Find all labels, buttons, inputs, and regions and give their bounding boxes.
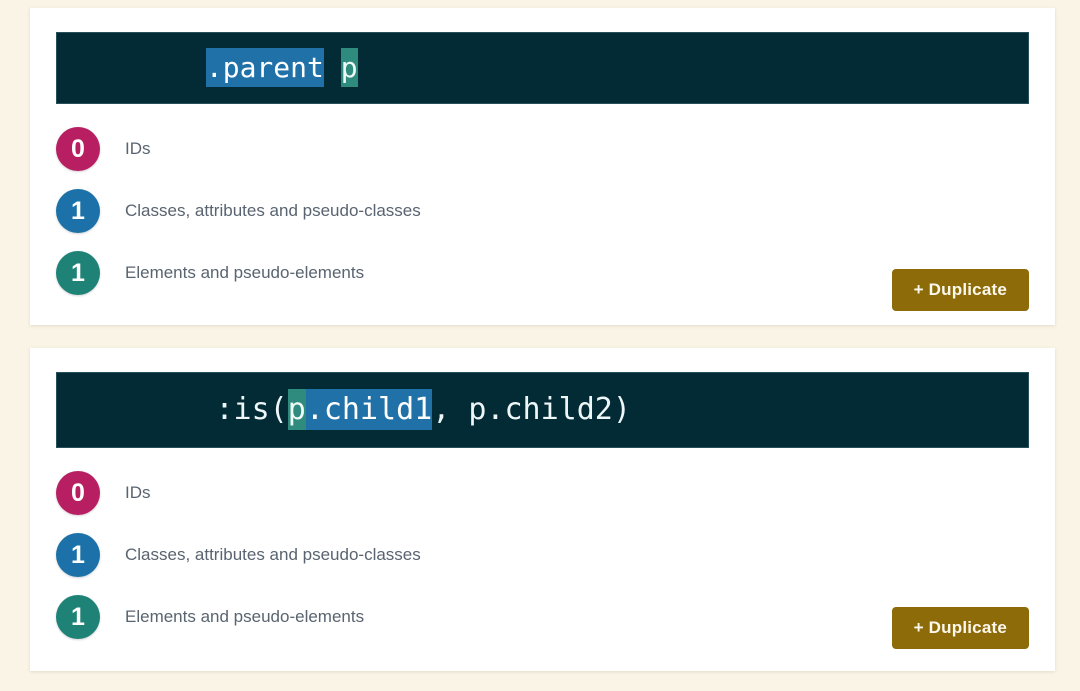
specificity-row-ids: 0 IDs [56,462,1029,524]
specificity-row-elements: 1 Elements and pseudo-elements [56,586,1029,648]
selector-input-2[interactable]: :is(p.child1, p.child2) [56,372,1029,448]
duplicate-button[interactable]: + Duplicate [891,607,1029,649]
specificity-row-ids: 0 IDs [56,118,1029,180]
selector-input-1[interactable]: .parent p [56,32,1029,104]
badge-classes-count: 1 [56,189,100,233]
badge-ids-count: 0 [56,471,100,515]
specificity-rows-1: 0 IDs 1 Classes, attributes and pseudo-c… [56,118,1029,304]
specificity-label-classes: Classes, attributes and pseudo-classes [125,201,421,220]
selector-token-space [324,48,341,87]
specificity-row-elements: 1 Elements and pseudo-elements [56,242,1029,304]
selector-token-is-open: :is( [215,392,288,427]
specificity-rows-2: 0 IDs 1 Classes, attributes and pseudo-c… [56,462,1029,648]
badge-elements-count: 1 [56,595,100,639]
specificity-calculator-page: .parent p 0 IDs 1 Classes, attributes an… [0,0,1080,691]
specificity-label-elements: Elements and pseudo-elements [125,607,365,626]
specificity-label-ids: IDs [125,139,151,158]
specificity-row-classes: 1 Classes, attributes and pseudo-classes [56,524,1029,586]
selector-token-element: p [287,389,306,430]
selector-token-rest: , p.child2) [432,392,631,427]
selector-text-1[interactable]: .parent p [71,33,358,103]
selector-token-class: .child1 [305,389,433,430]
specificity-card: .parent p 0 IDs 1 Classes, attributes an… [30,8,1055,325]
selector-token-element: p [340,48,358,87]
badge-ids-count: 0 [56,127,100,171]
specificity-card: :is(p.child1, p.child2) 0 IDs 1 Classes,… [30,348,1055,671]
specificity-label-ids: IDs [125,483,151,502]
specificity-row-classes: 1 Classes, attributes and pseudo-classes [56,180,1029,242]
specificity-label-elements: Elements and pseudo-elements [125,263,365,282]
badge-elements-count: 1 [56,251,100,295]
specificity-label-classes: Classes, attributes and pseudo-classes [125,545,421,564]
selector-token-class: .parent [205,48,324,87]
selector-text-2[interactable]: :is(p.child1, p.child2) [71,373,631,447]
badge-classes-count: 1 [56,533,100,577]
duplicate-button[interactable]: + Duplicate [891,269,1029,311]
